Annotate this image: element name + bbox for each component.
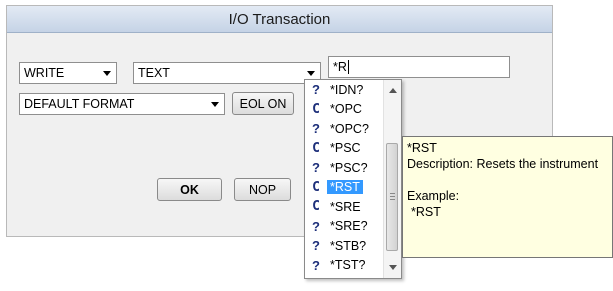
autocomplete-item[interactable]: C *OPC: [305, 100, 385, 120]
autocomplete-item[interactable]: ? *PSC?: [305, 158, 385, 178]
scroll-up-arrow-icon[interactable]: [384, 82, 401, 99]
query-icon: ?: [312, 160, 320, 176]
autocomplete-item[interactable]: ? *TST?: [305, 256, 385, 276]
autocomplete-item-label: *STB?: [330, 238, 367, 253]
query-icon: ?: [312, 257, 320, 273]
autocomplete-item-label: *SRE: [330, 199, 361, 214]
dialog-title: I/O Transaction: [7, 6, 552, 33]
query-icon: ?: [312, 218, 320, 234]
scrollbar-thumb[interactable]: [386, 143, 398, 251]
command-icon: C: [312, 101, 320, 117]
ok-button[interactable]: OK: [157, 178, 222, 201]
autocomplete-item[interactable]: ? *OPC?: [305, 119, 385, 139]
tooltip-example-value: *RST: [411, 205, 441, 219]
autocomplete-item[interactable]: ? *IDN?: [305, 80, 385, 100]
autocomplete-list[interactable]: ? *IDN? C *OPC? *OPC? C *PSC? *PSC? C *RST C *SRE? *…: [304, 79, 402, 279]
autocomplete-item-label: *RST: [327, 180, 363, 195]
command-input[interactable]: *R: [328, 56, 510, 78]
query-icon: ?: [312, 121, 320, 137]
autocomplete-item-label: *TST?: [330, 258, 366, 273]
tooltip-description: Description: Resets the instrument: [407, 157, 599, 171]
autocomplete-item[interactable]: ? *STB?: [305, 236, 385, 256]
autocomplete-item-label: *OPC: [330, 102, 362, 117]
chevron-down-icon[interactable]: [98, 63, 116, 83]
format-value: DEFAULT FORMAT: [24, 97, 135, 111]
command-icon: C: [312, 199, 320, 215]
data-type-select[interactable]: TEXT: [133, 62, 321, 84]
autocomplete-item[interactable]: C *PSC: [305, 139, 385, 159]
command-icon: C: [312, 140, 320, 156]
vertical-scrollbar[interactable]: [383, 80, 401, 278]
command-input-value: *R: [333, 60, 347, 74]
screen: I/O Transaction WRITE TEXT DEFAULT FORMA…: [0, 0, 613, 291]
autocomplete-item-label: *OPC?: [330, 121, 369, 136]
autocomplete-item[interactable]: ? *SRE?: [305, 217, 385, 237]
eol-toggle-button[interactable]: EOL ON: [232, 92, 294, 115]
autocomplete-item[interactable]: C *RST: [305, 178, 385, 198]
tooltip-command-name: *RST: [407, 141, 437, 155]
scroll-down-arrow-icon[interactable]: [384, 259, 401, 276]
format-select[interactable]: DEFAULT FORMAT: [19, 93, 225, 115]
autocomplete-item-label: *PSC?: [330, 160, 368, 175]
command-icon: C: [312, 179, 320, 195]
autocomplete-item[interactable]: C *SRE: [305, 197, 385, 217]
autocomplete-item-label: *SRE?: [330, 219, 368, 234]
data-type-value: TEXT: [138, 66, 170, 80]
autocomplete-item-label: *PSC: [330, 141, 361, 156]
query-icon: ?: [312, 238, 320, 254]
command-tooltip: *RST Description: Resets the instrument …: [402, 136, 613, 258]
text-caret: [347, 60, 349, 74]
direction-value: WRITE: [24, 66, 65, 80]
autocomplete-items: ? *IDN? C *OPC? *OPC? C *PSC? *PSC? C *RST C *SRE? *…: [305, 80, 385, 275]
autocomplete-item-label: *IDN?: [330, 82, 364, 97]
nop-button[interactable]: NOP: [234, 178, 291, 201]
chevron-down-icon[interactable]: [206, 94, 224, 114]
direction-select[interactable]: WRITE: [19, 62, 117, 84]
query-icon: ?: [312, 82, 320, 98]
tooltip-example-label: Example:: [407, 189, 460, 203]
